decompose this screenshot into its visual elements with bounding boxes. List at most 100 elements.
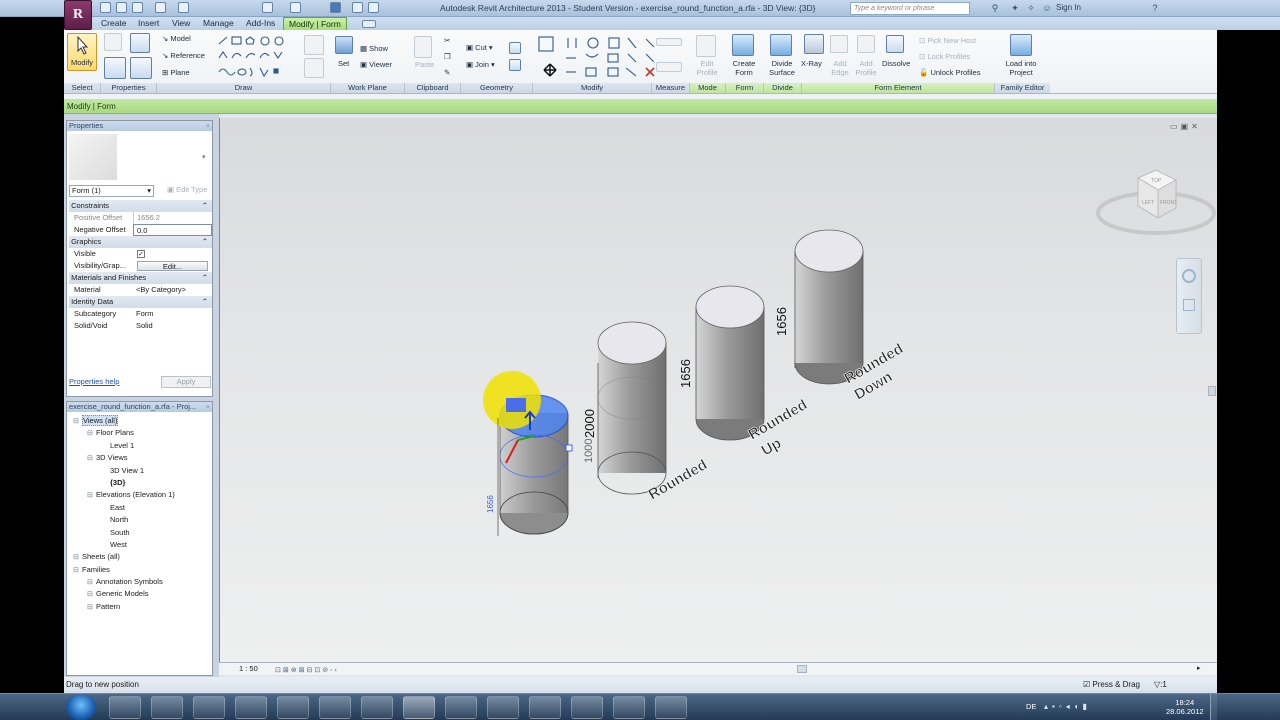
tab-manage[interactable]: Manage xyxy=(198,17,239,30)
ribbon-toggle-icon[interactable] xyxy=(362,20,376,28)
type-selector[interactable]: Form (1) ▾ xyxy=(69,185,154,197)
family-types-icon[interactable] xyxy=(130,57,152,79)
solid-void-value[interactable]: Solid xyxy=(133,320,212,332)
expand-icon[interactable]: ⊟ xyxy=(87,602,96,614)
expand-icon[interactable]: ⊟ xyxy=(73,552,82,564)
type-properties-icon[interactable] xyxy=(104,33,122,51)
subscription-icon[interactable]: ✦ xyxy=(1010,3,1020,13)
viewcube[interactable]: TOP LEFT FRONT xyxy=(1096,169,1216,235)
group-identity[interactable]: Identity Data ⌃ xyxy=(69,296,212,308)
browser-item[interactable]: South xyxy=(69,527,212,539)
show-desktop-button[interactable] xyxy=(1210,694,1217,720)
browser-item[interactable]: ⊟ Annotation Symbols xyxy=(69,576,212,588)
tab-insert[interactable]: Insert xyxy=(133,17,164,30)
communication-icon[interactable]: ✧ xyxy=(1026,3,1036,13)
match-props-icon[interactable]: ✎ xyxy=(444,68,450,77)
tab-modify-form[interactable]: Modify | Form xyxy=(283,17,347,30)
model-button[interactable]: ↘ Model xyxy=(162,34,191,43)
cylinder-2000[interactable]: 2000 1000 xyxy=(582,321,667,495)
taskbar-app6-icon[interactable] xyxy=(319,696,351,719)
browser-item[interactable]: ⊟ Views (all) xyxy=(69,415,212,427)
taskbar-app10-icon[interactable] xyxy=(487,696,519,719)
cylinder-rounded-up[interactable]: 1656 xyxy=(678,285,765,441)
start-button[interactable] xyxy=(66,695,96,720)
dissolve-icon[interactable] xyxy=(886,35,904,53)
show-button[interactable]: ▦ Show xyxy=(360,44,388,53)
xray-label[interactable]: X-Ray xyxy=(801,59,822,68)
filter-icon[interactable]: ▽:1 xyxy=(1154,677,1167,693)
browser-item[interactable]: 3D View 1 xyxy=(69,465,212,477)
group-constraints[interactable]: Constraints ⌃ xyxy=(69,200,212,212)
properties-icon[interactable] xyxy=(104,57,126,79)
scale-label[interactable]: 1 : 50 xyxy=(239,663,258,675)
undo-icon[interactable] xyxy=(132,2,143,13)
clock[interactable]: 18:24 28.06.2012 xyxy=(1166,698,1204,716)
group-graphics[interactable]: Graphics ⌃ xyxy=(69,236,212,248)
redo-icon[interactable] xyxy=(155,2,166,13)
expand-icon[interactable]: ⊟ xyxy=(87,589,96,601)
browser-item[interactable]: ⊟ 3D Views xyxy=(69,452,212,464)
help-icon[interactable]: ? xyxy=(1150,3,1160,13)
browser-item[interactable]: West xyxy=(69,539,212,551)
browser-item[interactable]: ⊟ Elevations (Elevation 1) xyxy=(69,489,212,501)
create-form-label[interactable]: Create Form xyxy=(729,59,759,77)
measure-qa-icon[interactable] xyxy=(262,2,273,13)
taskbar-steam-icon[interactable] xyxy=(529,696,561,719)
browser-item[interactable]: ⊟ Families xyxy=(69,564,212,576)
draw-tools-icons[interactable] xyxy=(216,34,296,80)
load-into-project-icon[interactable] xyxy=(1010,34,1032,56)
negative-offset-input[interactable]: 0.0 xyxy=(133,224,212,236)
set-workplane-icon[interactable] xyxy=(335,36,353,54)
taskbar-revit-icon[interactable] xyxy=(403,696,435,719)
dissolve-label[interactable]: Dissolve xyxy=(882,59,910,68)
load-into-project-label[interactable]: Load into Project xyxy=(1001,59,1041,77)
user-icon[interactable]: ☺ xyxy=(1042,3,1052,13)
binoculars-icon[interactable]: ⚲ xyxy=(990,3,1000,13)
save-icon[interactable] xyxy=(116,2,127,13)
browser-item[interactable]: ⊟ Floor Plans xyxy=(69,427,212,439)
thin-lines-icon[interactable] xyxy=(330,2,341,13)
taskbar-app4-icon[interactable] xyxy=(235,696,267,719)
group-materials[interactable]: Materials and Finishes ⌃ xyxy=(69,272,212,284)
clipboard-cut-icon[interactable]: ✂ xyxy=(444,36,450,45)
taskbar-explorer-icon[interactable] xyxy=(109,696,141,719)
taskbar-app3-icon[interactable] xyxy=(193,696,225,719)
cut-geometry-button[interactable]: ▣ Cut ▾ xyxy=(466,43,493,52)
close-hidden-icon[interactable] xyxy=(352,2,363,13)
language-indicator[interactable]: DE xyxy=(1026,702,1036,711)
open-icon[interactable] xyxy=(100,2,111,13)
subcategory-value[interactable]: Form xyxy=(133,308,212,320)
vertical-scroll-thumb[interactable] xyxy=(1208,386,1216,396)
browser-item[interactable]: ⊟ Sheets (all) xyxy=(69,551,212,563)
browser-item[interactable]: ⊟ Pattern xyxy=(69,601,212,613)
search-input[interactable]: Type a keyword or phrase xyxy=(850,2,970,15)
taskbar-app14-icon[interactable] xyxy=(655,696,687,719)
horizontal-scroll-thumb[interactable] xyxy=(797,665,807,673)
3d-view-qa-icon[interactable] xyxy=(290,2,301,13)
visible-checkbox[interactable]: ✓ xyxy=(133,248,212,260)
cylinder-rounded-down[interactable]: 1656 xyxy=(774,229,864,385)
tab-view[interactable]: View xyxy=(167,17,195,30)
expand-icon[interactable]: ⊟ xyxy=(87,490,96,502)
family-category-icon[interactable] xyxy=(130,33,150,53)
join-geometry-button[interactable]: ▣ Join ▾ xyxy=(466,60,495,69)
taskbar-app12-icon[interactable] xyxy=(571,696,603,719)
3d-viewport[interactable]: ▭▣✕ TOP LEFT FRONT 1656 2000 1000 1656 1… xyxy=(219,118,1217,662)
divide-surface-icon[interactable] xyxy=(770,34,792,56)
copy-icon[interactable]: ❐ xyxy=(444,52,451,61)
taskbar-cmd-icon[interactable] xyxy=(151,696,183,719)
properties-help-link[interactable]: Properties help xyxy=(69,377,119,386)
geometry-extra2-icon[interactable] xyxy=(509,59,521,71)
modify-button[interactable]: Modify xyxy=(67,33,97,71)
browser-item[interactable]: Level 1 xyxy=(69,440,212,452)
taskbar-app9-icon[interactable] xyxy=(445,696,477,719)
geometry-extra-icon[interactable] xyxy=(509,42,521,54)
cylinder-selected[interactable]: 1656 xyxy=(483,371,573,536)
navigation-bar[interactable] xyxy=(1176,258,1202,334)
unlock-profiles-button[interactable]: 🔓 Unlock Profiles xyxy=(919,68,980,77)
plane-button[interactable]: ⊞ Plane xyxy=(162,68,190,77)
create-form-icon[interactable] xyxy=(732,34,754,56)
type-dropdown-arrow-icon[interactable]: ▾ xyxy=(202,153,206,161)
print-icon[interactable] xyxy=(178,2,189,13)
tray-icons[interactable]: ▴▪▫◂◖▮ xyxy=(1044,702,1091,711)
